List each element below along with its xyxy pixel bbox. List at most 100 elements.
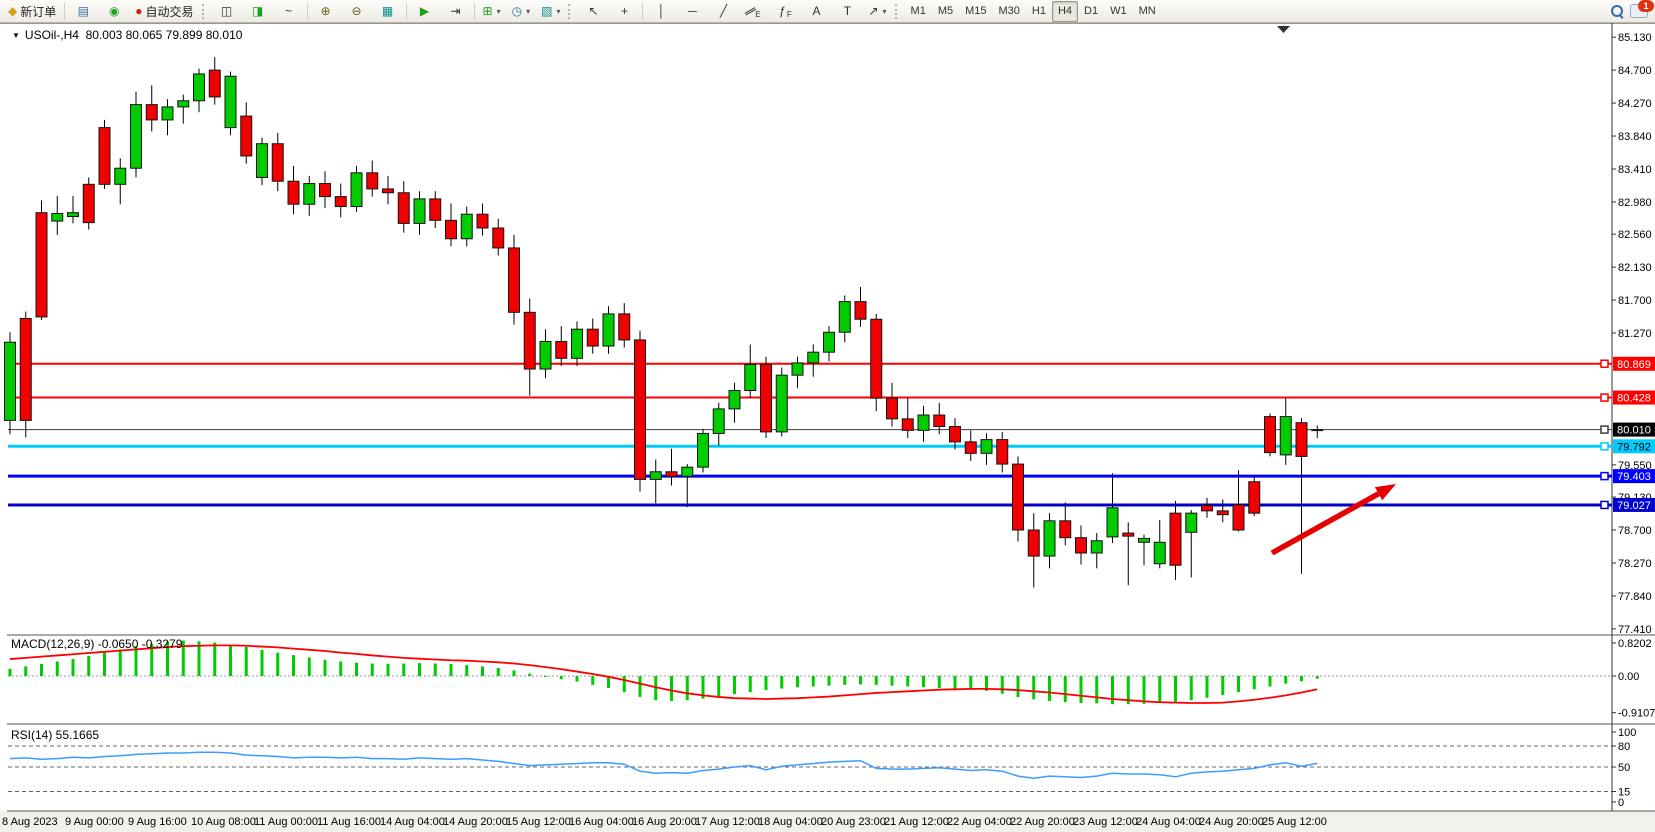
toolbar: ◆ 新订单 ▤ ◉ ● 自动交易 ◫ ◨ ~ ⊕ ⊖ ▦ — [0, 0, 1655, 23]
candle-body — [650, 472, 661, 480]
crosshair-button[interactable]: + — [609, 1, 639, 22]
candle-body — [162, 107, 173, 120]
toolbar-grip — [895, 4, 901, 19]
candle-body — [1123, 533, 1134, 536]
candle-body — [446, 220, 457, 238]
text-label-button[interactable]: T — [832, 1, 862, 22]
svg-text:80.010: 80.010 — [1617, 425, 1651, 437]
template-icon: ▧ — [541, 5, 552, 17]
candle-body — [1107, 508, 1118, 537]
time-tick-label: 14 Aug 04:00 — [380, 816, 445, 828]
timeframe-group: M1M5M15M30H1H4D1W1MN — [905, 1, 1162, 22]
indicators-button[interactable]: ⊞ ▾ — [478, 1, 506, 22]
candlestick-chart-button[interactable]: ◨ — [243, 1, 273, 22]
trendline-icon: ╱ — [720, 5, 727, 17]
periods-button[interactable]: ◷ ▾ — [507, 1, 536, 22]
candle-body — [115, 168, 126, 184]
notification-badge: 1 — [1638, 0, 1654, 12]
crosshair-icon: + — [621, 5, 628, 17]
symbol-bar[interactable]: ▼ USOil-,H4 80.003 80.065 79.899 80.010 — [12, 28, 242, 42]
search-icon[interactable] — [1611, 5, 1624, 18]
candle-body — [178, 101, 189, 107]
candle-body — [556, 341, 567, 358]
candle-body — [587, 329, 598, 346]
chart-canvas[interactable]: 85.13084.70084.27083.84083.41082.98082.5… — [0, 23, 1655, 832]
rsi-tick-label: 80 — [1618, 741, 1630, 753]
timeframe-button-MN[interactable]: MN — [1133, 1, 1162, 22]
candle-body — [225, 76, 236, 127]
horizontal-line-button[interactable]: ─ — [677, 1, 707, 22]
candle-body — [461, 214, 472, 239]
time-tick-label: 20 Aug 23:00 — [821, 816, 886, 828]
zoom-in-button[interactable]: ⊕ — [311, 1, 341, 22]
signal-button[interactable]: ◉ — [99, 1, 129, 22]
clock-icon: ◷ — [512, 5, 522, 17]
timeframe-button-M5[interactable]: M5 — [932, 1, 959, 22]
vertical-line-icon: │ — [658, 5, 666, 17]
macd-tick-label: 0.8202 — [1618, 638, 1652, 650]
symbol-dropdown-icon[interactable]: ▼ — [12, 31, 20, 40]
fibonacci-button[interactable]: ƒ F — [770, 1, 800, 22]
timeframe-button-M1[interactable]: M1 — [905, 1, 932, 22]
line-chart-button[interactable]: ~ — [274, 1, 304, 22]
chart-window-icon: ▤ — [78, 5, 89, 17]
timeframe-button-H4[interactable]: H4 — [1052, 1, 1078, 22]
auto-trading-button[interactable]: ● 自动交易 — [130, 1, 198, 22]
svg-text:79.792: 79.792 — [1617, 441, 1651, 453]
arrows-button[interactable]: ↗ ▾ — [863, 1, 891, 22]
price-tick-label: 77.410 — [1618, 624, 1652, 636]
candle-body — [682, 467, 693, 476]
time-tick-label: 10 Aug 08:00 — [191, 816, 256, 828]
new-order-button[interactable]: ◆ 新订单 — [3, 1, 61, 22]
candle-body — [414, 199, 425, 224]
cursor-button[interactable]: ↖ — [578, 1, 608, 22]
horizontal-line-icon: ─ — [688, 5, 697, 17]
candle-body — [934, 415, 945, 426]
timeframe-button-M30[interactable]: M30 — [993, 1, 1026, 22]
candle-body — [99, 128, 110, 185]
price-tick-label: 82.130 — [1618, 262, 1652, 274]
auto-scroll-button[interactable]: ▶ — [410, 1, 440, 22]
candle-body — [839, 302, 850, 333]
candle-body — [257, 144, 268, 178]
candle-body — [493, 228, 504, 248]
candle-body — [1028, 530, 1039, 556]
trendline-button[interactable]: ╱ — [708, 1, 738, 22]
zoom-out-button[interactable]: ⊖ — [342, 1, 372, 22]
price-tick-label: 78.700 — [1618, 525, 1652, 537]
separator — [307, 3, 308, 20]
candle-body — [398, 193, 409, 224]
candle-body — [965, 442, 976, 453]
chart-shift-button[interactable]: ⇥ — [441, 1, 471, 22]
equidistant-channel-button[interactable]: ∥ E — [739, 1, 769, 22]
candle-body — [1013, 464, 1024, 530]
candle-body — [635, 340, 646, 480]
text-button[interactable]: A — [801, 1, 831, 22]
vertical-line-button[interactable]: │ — [646, 1, 676, 22]
candle-body — [430, 199, 441, 220]
candle-body — [761, 364, 772, 431]
candle-body — [1060, 521, 1071, 538]
bar-chart-button[interactable]: ◫ — [212, 1, 242, 22]
notifications-chat-icon[interactable]: 1 — [1630, 4, 1648, 18]
candle-body — [729, 391, 740, 409]
timeframe-button-M15[interactable]: M15 — [959, 1, 992, 22]
rsi-tick-label: 0 — [1618, 797, 1624, 809]
candle-body — [713, 409, 724, 434]
candle-body — [698, 433, 709, 467]
timeframe-button-W1[interactable]: W1 — [1104, 1, 1133, 22]
auto-scroll-icon: ▶ — [420, 5, 429, 17]
chart-window[interactable]: 85.13084.70084.27083.84083.41082.98082.5… — [0, 23, 1655, 832]
templates-button[interactable]: ▧ ▾ — [536, 1, 565, 22]
market-watch-button[interactable]: ▤ — [68, 1, 98, 22]
candle-body — [351, 173, 362, 207]
timeframe-button-H1[interactable]: H1 — [1026, 1, 1052, 22]
tile-windows-button[interactable]: ▦ — [373, 1, 403, 22]
time-tick-label: 21 Aug 12:00 — [884, 816, 949, 828]
price-tick-label: 84.700 — [1618, 65, 1652, 77]
rsi-tick-label: 50 — [1618, 762, 1630, 774]
candle-body — [1217, 511, 1228, 515]
timeframe-button-D1[interactable]: D1 — [1078, 1, 1104, 22]
candle-body — [5, 342, 16, 420]
candle-body — [1265, 417, 1276, 453]
